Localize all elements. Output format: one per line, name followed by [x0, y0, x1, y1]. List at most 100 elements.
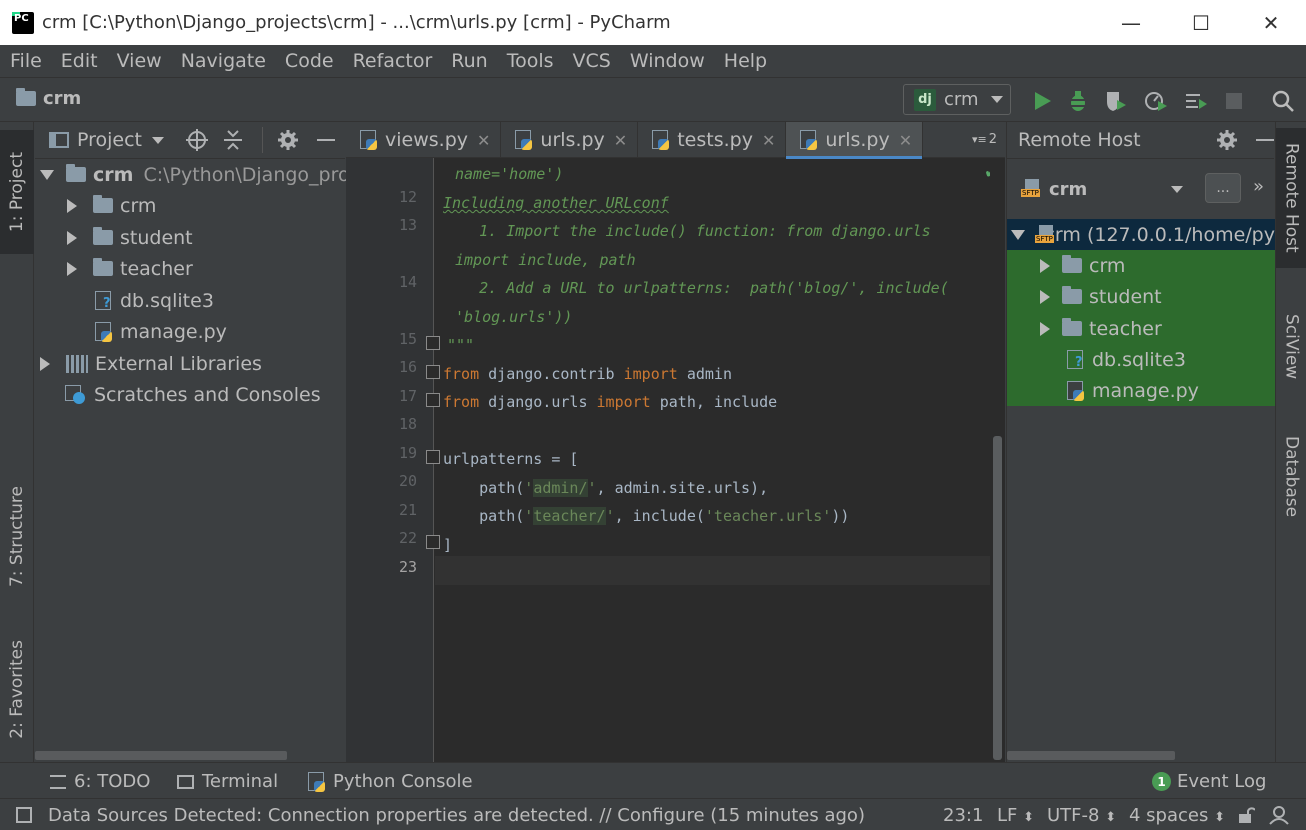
tree-item[interactable]: teacher [67, 253, 193, 284]
tree-item[interactable]: crm [67, 190, 156, 221]
chevron-down-icon[interactable] [152, 136, 165, 144]
tab-overflow-button[interactable]: ▾≡ 2 [972, 122, 1005, 157]
tab-urls-py[interactable]: urls.py ✕ [501, 122, 639, 158]
debug-icon[interactable] [1066, 90, 1090, 112]
expand-arrow-icon[interactable] [1040, 289, 1050, 304]
file-encoding[interactable]: UTF-8 ⬍ [1047, 805, 1116, 826]
menu-edit[interactable]: Edit [61, 50, 98, 72]
project-tab-label: 1: Project [7, 151, 27, 233]
run-configuration-select[interactable]: dj crm [903, 84, 1011, 115]
event-log-button[interactable]: 1 Event Log [1152, 771, 1266, 792]
tab-database[interactable]: Database [1276, 422, 1306, 532]
collapse-all-icon[interactable] [222, 129, 244, 151]
gear-icon[interactable] [277, 129, 299, 151]
horizontal-scrollbar[interactable] [1007, 751, 1175, 760]
more-chevron-icon[interactable]: » [1253, 176, 1264, 197]
remote-tree-root[interactable]: crm (127.0.0.1/home/py [1007, 219, 1275, 250]
server-select[interactable]: crm ... » [1007, 168, 1275, 210]
tree-item[interactable]: student [67, 222, 193, 253]
vertical-scrollbar[interactable] [990, 158, 1005, 762]
tab-label: urls.py [825, 129, 890, 151]
menu-code[interactable]: Code [285, 50, 334, 72]
project-panel-title[interactable]: Project [77, 129, 142, 151]
caret-position[interactable]: 23:1 [943, 805, 983, 826]
scrollbar-thumb[interactable] [993, 436, 1002, 760]
tool-window-bar: 6: TODO Terminal Python Console 1 Event … [0, 762, 1306, 798]
menu-vcs[interactable]: VCS [573, 50, 611, 72]
expand-arrow-icon[interactable] [1011, 229, 1025, 240]
remote-tree-item[interactable]: db.sqlite3 [1007, 344, 1275, 375]
profile-icon[interactable] [1144, 90, 1168, 112]
chevron-down-icon[interactable] [1171, 186, 1183, 193]
coverage-icon[interactable] [1104, 90, 1128, 112]
hide-panel-icon[interactable] [317, 139, 336, 141]
window-title: crm [C:\Python\Django_projects\crm] - ..… [42, 12, 671, 33]
browse-button[interactable]: ... [1205, 173, 1241, 203]
remote-root-label: crm (127.0.0.1/home/py [1044, 223, 1275, 246]
horizontal-scrollbar[interactable] [35, 751, 287, 760]
tab-project[interactable]: 1: Project [0, 130, 34, 254]
tree-scratches[interactable]: Scratches and Consoles [65, 379, 321, 410]
line-separator[interactable]: LF ⬍ [997, 805, 1034, 826]
line-number: 12 [398, 188, 417, 206]
tree-root[interactable]: crm C:\Python\Django_proje [40, 159, 367, 190]
tree-item[interactable]: db.sqlite3 [95, 285, 214, 316]
expand-arrow-icon[interactable] [40, 169, 54, 180]
folder-icon [93, 258, 113, 276]
expand-arrow-icon[interactable] [1040, 321, 1050, 336]
line-number: 16 [398, 358, 417, 376]
unlock-icon[interactable] [1237, 806, 1255, 824]
tab-sciview[interactable]: SciView [1276, 297, 1306, 397]
menu-navigate[interactable]: Navigate [181, 50, 266, 72]
close-icon[interactable]: ✕ [477, 131, 490, 150]
tree-item[interactable]: manage.py [95, 316, 227, 347]
menu-view[interactable]: View [117, 50, 162, 72]
menu-help[interactable]: Help [724, 50, 767, 72]
close-icon[interactable]: ✕ [614, 131, 627, 150]
remote-tree-item[interactable]: teacher [1007, 313, 1275, 344]
run-icon[interactable] [1030, 90, 1054, 112]
search-icon[interactable] [1271, 90, 1295, 112]
hector-inspector-icon[interactable] [1268, 805, 1290, 825]
hide-panel-icon[interactable] [1255, 139, 1274, 141]
indent-setting[interactable]: 4 spaces ⬍ [1129, 805, 1225, 826]
remote-tree-item[interactable]: manage.py [1007, 375, 1275, 406]
close-icon[interactable]: ✕ [899, 131, 912, 150]
remote-tree-item[interactable]: crm [1007, 250, 1275, 281]
remote-tree-item[interactable]: student [1007, 281, 1275, 312]
menu-file[interactable]: File [10, 50, 42, 72]
gear-icon[interactable] [1216, 129, 1238, 151]
close-button[interactable]: ✕ [1236, 0, 1306, 45]
terminal-button[interactable]: Terminal [177, 771, 278, 792]
menu-refactor[interactable]: Refactor [353, 50, 433, 72]
toggle-tool-windows-icon[interactable] [16, 807, 32, 823]
expand-arrow-icon[interactable] [1040, 258, 1050, 273]
tab-favorites[interactable]: 2: Favorites [0, 627, 34, 752]
breadcrumb[interactable]: crm [16, 88, 81, 109]
tab-views-py[interactable]: views.py ✕ [346, 122, 502, 158]
minimize-button[interactable]: — [1096, 0, 1166, 45]
tab-structure[interactable]: 7: Structure [0, 477, 34, 597]
maximize-button[interactable]: ☐ [1166, 0, 1236, 45]
tab-overflow-count: 2 [988, 132, 997, 147]
tab-remote-host[interactable]: Remote Host [1276, 128, 1306, 268]
python-console-button[interactable]: Python Console [308, 771, 473, 792]
tab-tests-py[interactable]: tests.py ✕ [638, 122, 787, 158]
expand-arrow-icon[interactable] [67, 230, 77, 245]
expand-arrow-icon[interactable] [40, 356, 50, 371]
indent-label: 4 spaces [1129, 805, 1209, 826]
status-message[interactable]: Data Sources Detected: Connection proper… [48, 805, 865, 826]
menu-window[interactable]: Window [630, 50, 705, 72]
close-icon[interactable]: ✕ [762, 131, 775, 150]
concurrency-diagram-icon[interactable] [1184, 90, 1208, 112]
menu-tools[interactable]: Tools [507, 50, 554, 72]
expand-arrow-icon[interactable] [67, 261, 77, 276]
expand-arrow-icon[interactable] [67, 198, 77, 213]
tab-urls-py-active[interactable]: urls.py ✕ [786, 122, 924, 159]
menu-run[interactable]: Run [451, 50, 487, 72]
stop-icon[interactable] [1222, 90, 1246, 112]
tree-external-libraries[interactable]: External Libraries [40, 348, 262, 379]
todo-button[interactable]: 6: TODO [50, 771, 150, 792]
code-area[interactable]: name='home') Including another URLconf 1… [435, 158, 990, 762]
locate-icon[interactable] [186, 129, 209, 151]
